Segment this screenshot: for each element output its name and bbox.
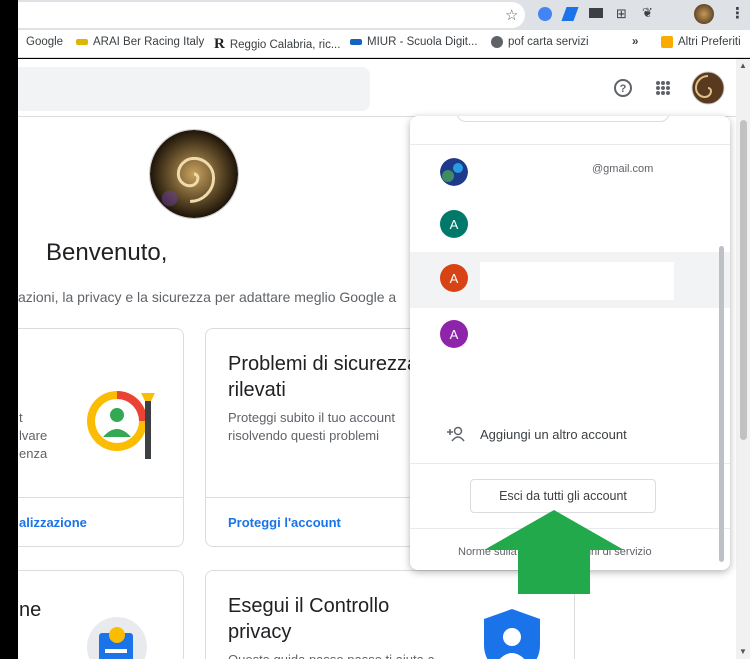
card-title: Esegui il Controllo privacy <box>228 595 390 643</box>
divider <box>18 497 183 498</box>
globe-icon <box>491 36 503 48</box>
card-personalization[interactable]: t lvare enza alizzazione <box>18 328 184 547</box>
bookmark-folder[interactable]: Altri Preferiti <box>661 36 741 48</box>
apps-grid-icon[interactable] <box>648 73 678 103</box>
account-item[interactable]: A <box>410 198 730 248</box>
grid-extension-icon[interactable]: ⊞ <box>616 6 627 22</box>
extension-icon[interactable] <box>589 8 603 18</box>
card-partial[interactable]: ne <box>18 570 184 659</box>
star-icon[interactable]: ☆ <box>505 6 518 24</box>
page-title: Benvenuto, <box>46 239 168 266</box>
account-email: @gmail.com <box>592 163 654 175</box>
redacted-block <box>480 262 674 300</box>
bookmark-icon: R <box>214 36 225 52</box>
bookmark-icon <box>76 39 88 45</box>
account-initial: A <box>440 320 468 348</box>
page-header: ? <box>18 59 736 117</box>
protect-account-link[interactable]: Proteggi l'account <box>228 515 341 530</box>
divider <box>410 144 730 145</box>
profile-icon[interactable] <box>694 4 714 24</box>
manage-account-button[interactable] <box>456 116 670 122</box>
extension-icon[interactable] <box>538 7 552 21</box>
svg-text:?: ? <box>620 83 627 95</box>
account-item[interactable]: A <box>410 252 730 308</box>
storage-illustration-icon <box>87 617 147 659</box>
card-title: Problemi di sicurezza rilevati <box>228 353 419 401</box>
card-text: t lvare enza <box>19 410 48 461</box>
menu-scrollbar[interactable] <box>719 246 724 562</box>
bookmark-item[interactable]: R Reggio Calabria, ric... <box>214 36 340 53</box>
card-text: Questa guida passo passo ti aiuta a <box>228 651 448 659</box>
bookmark-item[interactable]: ARAI Ber Racing Italy <box>76 36 204 48</box>
card-text: Proteggi subito il tuo account risolvend… <box>228 410 395 443</box>
folder-icon <box>661 36 673 48</box>
bookmarks-bar: Google ARAI Ber Racing Italy R Reggio Cal… <box>18 30 750 58</box>
help-icon[interactable]: ? <box>608 73 638 103</box>
bookmark-item[interactable]: Google <box>26 36 63 48</box>
divider <box>410 463 730 464</box>
page-subtitle: azioni, la privacy e la sicurezza per ad… <box>18 289 397 305</box>
shield-user-icon <box>484 609 540 659</box>
screenshot-stage: ☆ ⊞ ❦ ⋮ Google ARAI Ber Racing Italy R Re… <box>0 0 750 659</box>
add-person-icon <box>447 426 465 442</box>
scroll-down-icon[interactable]: ▼ <box>739 647 747 656</box>
bookmark-item[interactable]: pof carta servizi <box>491 36 589 48</box>
account-avatar[interactable] <box>691 71 725 105</box>
green-arrow-annotation <box>484 510 624 594</box>
url-field[interactable] <box>18 2 525 28</box>
browser-address-bar: ☆ ⊞ ❦ ⋮ <box>18 0 750 30</box>
account-photo <box>440 158 468 186</box>
profile-picture[interactable] <box>149 129 239 219</box>
bookmark-icon <box>350 39 362 45</box>
extension-icon[interactable] <box>561 7 579 21</box>
bookmark-overflow[interactable]: » <box>632 36 638 48</box>
page-scroll-thumb[interactable] <box>740 120 747 440</box>
bookmark-item[interactable]: MIUR - Scuola Digit... <box>350 36 478 48</box>
account-initial: A <box>440 264 468 292</box>
personalization-illustration-icon <box>87 391 155 459</box>
menu-kebab-icon[interactable]: ⋮ <box>730 4 745 22</box>
extension-icon[interactable]: ❦ <box>642 5 653 21</box>
card-title: ne <box>19 599 42 621</box>
sign-out-all-button[interactable]: Esci da tutti gli account <box>470 479 656 513</box>
add-account-button[interactable]: Aggiungi un altro account <box>446 426 627 442</box>
account-switcher-menu: @gmail.com A A A Aggiungi un altro accou… <box>410 116 730 570</box>
search-input[interactable] <box>18 67 370 111</box>
account-initial: A <box>440 210 468 238</box>
card-link[interactable]: alizzazione <box>19 515 87 530</box>
account-item[interactable]: A <box>410 308 730 358</box>
screen-edge <box>0 0 18 659</box>
scroll-up-icon[interactable]: ▲ <box>739 61 747 70</box>
account-item[interactable]: @gmail.com <box>410 146 730 196</box>
